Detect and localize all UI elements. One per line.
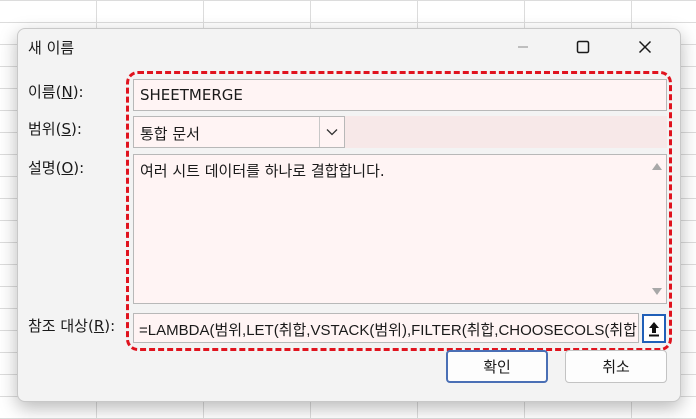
title-bar[interactable]: 새 이름 <box>18 29 680 65</box>
name-label-key: N <box>61 83 73 101</box>
maximize-icon <box>576 40 590 54</box>
maximize-button[interactable] <box>564 33 602 61</box>
scope-label-key: S <box>61 120 71 138</box>
name-label-prefix: 이름( <box>28 83 62 101</box>
dialog-title: 새 이름 <box>28 39 75 57</box>
red-dashed-highlight <box>126 71 672 351</box>
comment-label: 설명(O): <box>28 157 84 178</box>
comment-label-prefix: 설명( <box>28 159 62 177</box>
refers-to-label: 참조 대상(R): <box>28 315 115 336</box>
new-name-dialog: 새 이름 이름(N): SHEETMERGE 범위(S): 통합 문서 설명(O… <box>17 28 681 402</box>
name-label: 이름(N): <box>28 81 84 102</box>
refers-to-label-suffix: ): <box>104 317 116 335</box>
close-icon <box>638 40 652 54</box>
refers-to-label-key: R <box>93 317 105 335</box>
comment-label-key: O <box>61 159 74 177</box>
ok-button[interactable]: 확인 <box>446 350 548 383</box>
scope-label-suffix: ): <box>70 120 82 138</box>
scope-label: 범위(S): <box>28 118 82 139</box>
minimize-button[interactable] <box>504 33 542 61</box>
cancel-button[interactable]: 취소 <box>565 350 667 383</box>
minimize-icon <box>518 46 528 48</box>
close-button[interactable] <box>626 33 664 61</box>
comment-label-suffix: ): <box>73 159 85 177</box>
scope-label-prefix: 범위( <box>28 120 62 138</box>
refers-to-label-prefix: 참조 대상( <box>28 317 94 335</box>
name-label-suffix: ): <box>72 83 84 101</box>
